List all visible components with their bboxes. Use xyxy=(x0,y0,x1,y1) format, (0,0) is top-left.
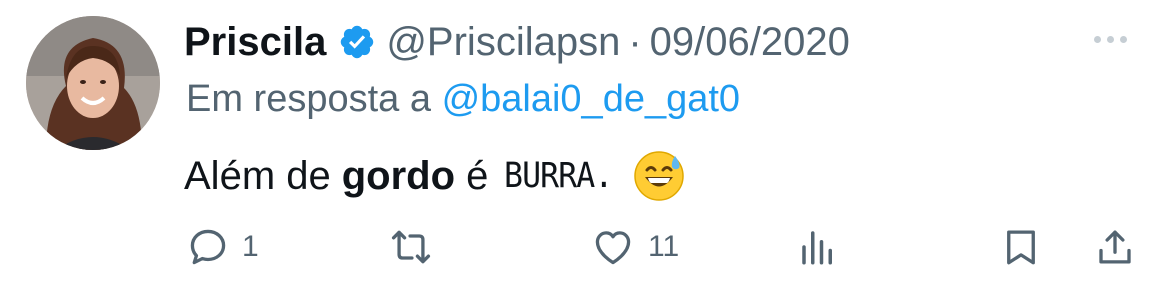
like-button[interactable]: 11 xyxy=(590,222,679,272)
separator-dot: · xyxy=(628,19,642,64)
heart-icon xyxy=(595,231,631,265)
tweet-text: Além de gordo é BURRA. xyxy=(184,150,685,202)
retweet-button[interactable] xyxy=(386,222,436,272)
analytics-icon xyxy=(802,231,832,265)
retweet-icon xyxy=(391,230,431,264)
bookmark-icon xyxy=(1007,230,1035,265)
author-name[interactable]: Priscila xyxy=(184,20,326,65)
share-icon xyxy=(1099,230,1131,264)
reply-button[interactable]: 1 xyxy=(186,222,259,272)
reply-icon xyxy=(190,229,226,265)
grinning-sweat-emoji-icon xyxy=(633,150,685,202)
action-bar: 1 11 xyxy=(0,222,1170,272)
author-handle[interactable]: @Priscilapsn xyxy=(386,20,620,65)
tweet-text-part1: Além de xyxy=(184,153,331,198)
more-options-icon[interactable] xyxy=(1094,36,1127,43)
share-button[interactable] xyxy=(1094,222,1136,272)
tweet-date[interactable]: 09/06/2020 xyxy=(650,20,850,65)
verified-badge-icon xyxy=(338,23,376,61)
tweet-text-caps: BURRA. xyxy=(504,156,613,196)
reply-mention-link[interactable]: @balai0_de_gat0 xyxy=(442,78,741,120)
avatar[interactable] xyxy=(26,16,160,150)
tweet-text-bold: gordo xyxy=(341,153,456,198)
reply-count: 1 xyxy=(242,230,259,263)
bookmark-button[interactable] xyxy=(1000,222,1042,272)
tweet-text-part2: é xyxy=(466,153,489,198)
avatar-photo xyxy=(26,16,160,150)
tweet[interactable]: Priscila @Priscilapsn · 09/06/2020 Em re… xyxy=(0,0,1170,293)
reply-prefix: Em resposta a xyxy=(186,78,431,120)
reply-context: Em resposta a @balai0_de_gat0 xyxy=(186,78,740,121)
tweet-header: Priscila @Priscilapsn · 09/06/2020 xyxy=(184,14,850,70)
views-button[interactable] xyxy=(797,222,839,272)
like-count: 11 xyxy=(648,230,680,263)
